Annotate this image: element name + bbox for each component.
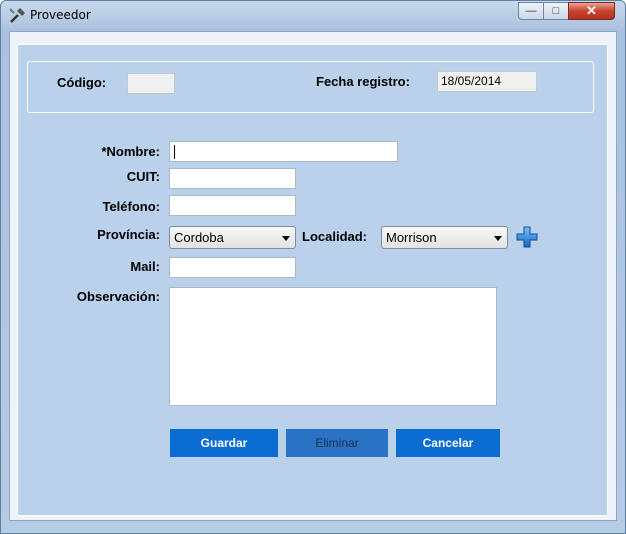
codigo-field: [127, 73, 175, 94]
guardar-button[interactable]: Guardar: [170, 429, 278, 457]
observacion-label: Observación:: [76, 289, 160, 304]
localidad-label: Localidad:: [302, 229, 368, 244]
close-icon: ✕: [586, 3, 597, 18]
localidad-value: Morrison: [386, 230, 437, 245]
codigo-label: Código:: [57, 75, 107, 90]
maximize-button[interactable]: □: [543, 2, 569, 20]
cuit-label: CUIT:: [126, 169, 160, 184]
chevron-down-icon: [494, 236, 502, 241]
localidad-select[interactable]: Morrison: [381, 226, 508, 249]
nombre-label: *Nombre:: [101, 144, 160, 159]
text-caret: [174, 145, 175, 159]
chevron-down-icon: [282, 236, 290, 241]
observacion-textarea[interactable]: [169, 287, 497, 406]
minimize-icon: —: [525, 5, 537, 17]
eliminar-button[interactable]: Eliminar: [286, 429, 388, 457]
provincia-value: Cordoba: [174, 230, 224, 245]
window-title: Proveedor: [30, 8, 91, 22]
provincia-select[interactable]: Cordoba: [169, 226, 296, 249]
title-bar[interactable]: Proveedor — □ ✕: [1, 1, 625, 29]
telefono-label: Teléfono:: [102, 199, 160, 214]
close-button[interactable]: ✕: [568, 2, 615, 20]
mail-input[interactable]: [169, 257, 296, 278]
telefono-input[interactable]: [169, 195, 296, 216]
fecha-registro-field: 18/05/2014: [437, 71, 537, 92]
tools-icon: [9, 8, 25, 23]
mail-label: Mail:: [130, 259, 160, 274]
plus-icon[interactable]: [516, 226, 538, 248]
cancelar-button[interactable]: Cancelar: [396, 429, 500, 457]
maximize-icon: □: [552, 5, 560, 17]
minimize-button[interactable]: —: [518, 2, 544, 20]
provincia-label: Província:: [97, 227, 160, 242]
fecha-registro-label: Fecha registro:: [316, 74, 410, 89]
nombre-input[interactable]: [169, 141, 398, 162]
cuit-input[interactable]: [169, 168, 296, 189]
